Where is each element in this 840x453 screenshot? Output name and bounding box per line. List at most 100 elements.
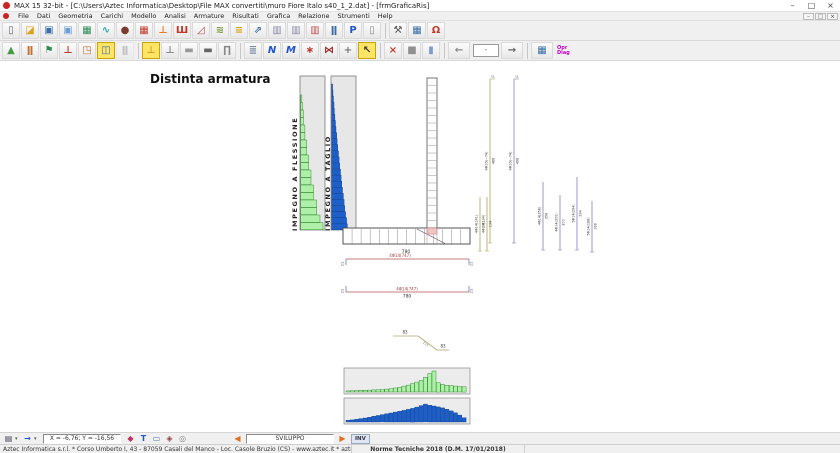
slope-icon[interactable]: ◿ <box>192 22 210 39</box>
orange-arrow-right-icon: ▶ <box>339 434 345 443</box>
app-icon <box>3 2 10 9</box>
close-button[interactable]: × <box>821 0 840 11</box>
next-diagram-button[interactable]: → <box>501 42 523 59</box>
restore-button[interactable]: □ <box>802 0 821 11</box>
menu-items: FileDatiGeometriaCarichiModelloAnalisiAr… <box>14 12 397 20</box>
redraw-icon[interactable]: → <box>21 434 34 444</box>
status-bar: Aztec Informatica s.r.l. * Corso Umberto… <box>0 444 840 453</box>
frame-a-icon[interactable]: ▥ <box>268 22 286 39</box>
open-folder-icon[interactable]: ◪ <box>21 22 39 39</box>
mdi-close-button[interactable]: × <box>827 13 838 20</box>
svg-text:4Φ14(300): 4Φ14(300) <box>555 213 559 232</box>
delete-zone-icon[interactable]: × <box>384 42 402 59</box>
tools-icon[interactable]: ⚒ <box>389 22 407 39</box>
footing-b-icon[interactable]: ▬ <box>199 42 217 59</box>
svg-text:11: 11 <box>515 75 519 79</box>
opr-diag-label[interactable]: Opr Diag <box>557 46 570 56</box>
menu-dati[interactable]: Dati <box>33 12 54 20</box>
menu-file[interactable]: File <box>14 12 33 20</box>
new-file-icon[interactable]: ▯ <box>2 22 20 39</box>
save-all-icon[interactable]: ▣ <box>59 22 77 39</box>
strata-icon[interactable]: ≋ <box>211 22 229 39</box>
grid-table-icon[interactable]: ▦ <box>531 42 553 59</box>
toolbar-results: ▲ǁ⚑⊥◳◫ǁ⊥⊥▬▬∏≣NM∗⋈+↖×■▮ ← - → ▦ Opr Diag <box>0 41 840 61</box>
menu-armature[interactable]: Armature <box>190 12 229 20</box>
flessione-label: IMPEGNO A FLESSIONE <box>291 117 299 231</box>
export-icon[interactable]: ⇗ <box>249 22 267 39</box>
blue-box-icon[interactable]: ▮ <box>422 42 440 59</box>
piles-icon[interactable]: ∏ <box>218 42 236 59</box>
distinta-armatura-drawing: IMPEGNO A FLESSIONE IMPEGNO A TAGLIO 780… <box>0 61 840 432</box>
report-p-icon[interactable]: P <box>344 22 362 39</box>
layers-icon[interactable]: ≣ <box>244 42 262 59</box>
frame-x-icon[interactable]: ▥ <box>306 22 324 39</box>
plot-icon[interactable]: ▤ <box>2 434 15 444</box>
materials-icon[interactable]: ● <box>116 22 134 39</box>
footing-a-icon[interactable]: ▬ <box>180 42 198 59</box>
import-icon[interactable]: ∿ <box>97 22 115 39</box>
menu-carichi[interactable]: Carichi <box>97 12 128 20</box>
orange-arrow-left-icon: ◀ <box>234 434 240 443</box>
drawing-canvas[interactable]: Distinta armatura IMPEGNO A FLESSIONE IM… <box>0 61 840 432</box>
menu-analisi[interactable]: Analisi <box>160 12 189 20</box>
chart-bars-icon[interactable]: ǁ <box>21 42 39 59</box>
flag-icon[interactable]: ⚑ <box>40 42 58 59</box>
wall-section-icon[interactable]: ⊥ <box>154 22 172 39</box>
menu-relazione[interactable]: Relazione <box>294 12 333 20</box>
hook-dim-tr: 21 <box>470 262 474 266</box>
wall-view-icon[interactable]: ◫ <box>97 42 115 59</box>
menu-grafica[interactable]: Grafica <box>263 12 294 20</box>
shear-icon[interactable]: ⋈ <box>320 42 338 59</box>
screen-icon[interactable]: ▭ <box>150 434 163 444</box>
brick-wall-icon[interactable]: ▦ <box>135 22 153 39</box>
table-icon[interactable]: ▦ <box>408 22 426 39</box>
profile-icon[interactable]: ǁ <box>325 22 343 39</box>
pin-icon[interactable]: ◈ <box>163 434 176 444</box>
bent-diag-dim: 115 <box>422 341 429 348</box>
pan-icon[interactable]: + <box>339 42 357 59</box>
save-icon[interactable]: ▣ <box>40 22 58 39</box>
pause-icon: ǁ <box>116 42 134 59</box>
hook-dim-br: 21 <box>470 289 474 293</box>
node-icon[interactable]: ∗ <box>301 42 319 59</box>
window-title: MAX 15 32-bit - [C:\Users\Aztec Informat… <box>14 2 429 10</box>
mdi-restore-button[interactable]: □ <box>815 13 826 20</box>
capture-icon[interactable]: ◆ <box>124 434 137 444</box>
alert-icon[interactable]: Ω <box>427 22 445 39</box>
view-name-field[interactable]: SVILUPPO <box>246 434 334 444</box>
redraw-icon-dropdown[interactable]: ▾ <box>34 436 40 442</box>
menu-modello[interactable]: Modello <box>127 12 160 20</box>
title-bar: MAX 15 32-bit - [C:\Users\Aztec Informat… <box>0 0 840 12</box>
cursor-icon[interactable]: ↖ <box>358 42 376 59</box>
mdi-minimize-button[interactable]: – <box>803 13 814 20</box>
gray-box-icon[interactable]: ■ <box>403 42 421 59</box>
box3d-icon[interactable]: ◳ <box>78 42 96 59</box>
prev-diagram-button[interactable]: ← <box>448 42 470 59</box>
bottom-toolbar: ▤▾→▾ X = -6,76; Y = -16,56 ◆T▭◈◎ ◀ SVILU… <box>0 432 840 444</box>
inv-button[interactable]: INV <box>351 434 370 444</box>
menu-strumenti[interactable]: Strumenti <box>334 12 374 20</box>
diagram-index-field[interactable]: - <box>473 44 499 57</box>
stem-active-icon[interactable]: ⊥ <box>142 42 160 59</box>
pier-red-icon[interactable]: ⊥ <box>59 42 77 59</box>
n-diagram-icon[interactable]: N <box>263 42 281 59</box>
menu-geometria[interactable]: Geometria <box>54 12 96 20</box>
next-view-button[interactable]: ▶ <box>336 434 349 444</box>
menu-risultati[interactable]: Risultati <box>228 12 263 20</box>
hook-dim-tl: 21 <box>341 262 345 266</box>
norm-icon[interactable]: ▦ <box>78 22 96 39</box>
terrain-icon[interactable]: ≡ <box>230 22 248 39</box>
zoom-icon[interactable]: ◎ <box>176 434 189 444</box>
frame-b-icon[interactable]: ▥ <box>287 22 305 39</box>
minimize-button[interactable]: – <box>783 0 802 11</box>
prev-view-button[interactable]: ◀ <box>231 434 244 444</box>
text-icon[interactable]: T <box>137 434 150 444</box>
sheet-icon[interactable]: ▯ <box>363 22 381 39</box>
stem-icon[interactable]: ⊥ <box>161 42 179 59</box>
menu-help[interactable]: Help <box>374 12 397 20</box>
chart-terrain-icon[interactable]: ▲ <box>2 42 20 59</box>
m-diagram-icon[interactable]: M <box>282 42 300 59</box>
taglio-label: IMPEGNO A TAGLIO <box>324 135 332 231</box>
rebar-schedule: 114Φ16(~74)488114Φ16(~74)4984Φ14(141)141… <box>475 75 598 253</box>
loads-icon[interactable]: Ш <box>173 22 191 39</box>
